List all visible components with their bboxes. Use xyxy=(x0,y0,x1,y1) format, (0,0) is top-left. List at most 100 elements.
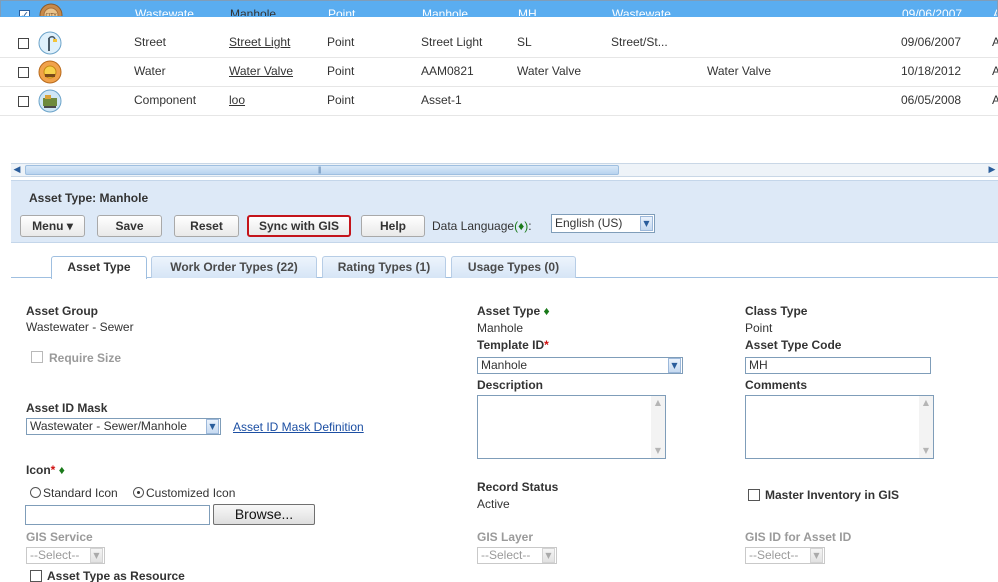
record-status-value: Active xyxy=(477,497,510,511)
tab-rating-types[interactable]: Rating Types (1) xyxy=(322,256,446,278)
reset-button[interactable]: Reset xyxy=(174,215,239,237)
template-id-value: Manhole xyxy=(481,358,528,372)
svg-text:CITY: CITY xyxy=(45,13,57,17)
asset-id-mask-definition-link[interactable]: Asset ID Mask Definition xyxy=(233,420,364,434)
comments-textarea[interactable]: ▲ ▼ xyxy=(745,395,934,459)
menu-button[interactable]: Menu ▾ xyxy=(20,215,85,237)
cell-template: AAM0821 xyxy=(421,64,474,78)
scroll-down-icon[interactable]: ▼ xyxy=(652,445,664,457)
gis-service-label: GIS Service xyxy=(26,530,93,544)
chevron-down-icon[interactable]: ▼ xyxy=(90,548,103,563)
master-inventory-label: Master Inventory in GIS xyxy=(765,488,900,502)
asset-type-code-input[interactable]: MH xyxy=(745,357,931,374)
master-inventory-checkbox[interactable] xyxy=(748,489,760,501)
cell-template: Manhole xyxy=(422,7,469,17)
customized-icon-radio[interactable] xyxy=(133,487,144,498)
comments-label: Comments xyxy=(745,378,808,392)
cell-tail: A xyxy=(992,93,998,107)
chevron-down-icon[interactable]: ▼ xyxy=(542,548,555,563)
cell-asset-type-link[interactable]: Manhole xyxy=(230,7,276,16)
cell-asset-type-link[interactable]: loo xyxy=(229,93,245,107)
required-marker: * xyxy=(50,463,56,477)
tab-bar: Asset Type Work Order Types (22) Rating … xyxy=(11,256,998,279)
cell-template: Street Light xyxy=(421,35,483,49)
scroll-right-icon[interactable]: ▶ xyxy=(986,164,998,176)
cell-geometry: Point xyxy=(327,35,355,49)
asset-types-grid: CITY Wastewate... Manhole Point Manhole … xyxy=(0,0,998,138)
gis-id-label: GIS ID for Asset ID xyxy=(745,530,852,544)
standard-icon-label: Standard Icon xyxy=(43,486,118,500)
asset-group-value: Wastewater - Sewer xyxy=(26,320,134,334)
gis-layer-value: --Select-- xyxy=(481,548,531,562)
horizontal-scrollbar[interactable]: ◀ ||| ▶ xyxy=(11,163,998,177)
table-row[interactable]: Street Street Light Point Street Light S… xyxy=(0,29,998,58)
save-button[interactable]: Save xyxy=(97,215,162,237)
cell-group: Water xyxy=(134,64,166,78)
table-row[interactable]: Component loo Point Asset-1 06/05/2008 A xyxy=(0,87,998,116)
icon-label-text: Icon xyxy=(26,463,51,477)
browse-button[interactable]: Browse... xyxy=(213,504,315,525)
cell-asset-type-link[interactable]: Street Light xyxy=(229,35,290,49)
textarea-scrollbar[interactable]: ▲ ▼ xyxy=(919,396,933,458)
cell-code: SL xyxy=(517,35,532,49)
tab-work-order-types[interactable]: Work Order Types (22) xyxy=(151,256,317,278)
cell-template: Asset-1 xyxy=(421,93,462,107)
required-marker: * xyxy=(544,338,549,352)
asset-id-mask-label: Asset ID Mask xyxy=(26,401,108,415)
standard-icon-radio[interactable] xyxy=(30,487,41,498)
data-language-text: Data Language xyxy=(432,219,515,233)
row-checkbox[interactable] xyxy=(19,8,30,16)
icon-label: Icon* ♦ xyxy=(26,463,65,477)
table-row[interactable]: CITY Wastewate... Manhole Point Manhole … xyxy=(0,0,998,17)
tab-asset-type[interactable]: Asset Type xyxy=(51,256,147,279)
icon-file-input[interactable] xyxy=(25,505,210,525)
record-status-label: Record Status xyxy=(477,480,559,494)
data-language-select[interactable]: English (US) ▼ xyxy=(551,214,655,233)
scroll-down-icon[interactable]: ▼ xyxy=(920,445,932,457)
asset-type-resource-checkbox[interactable] xyxy=(30,570,42,582)
cell-extra: Street/St... xyxy=(611,35,668,49)
asset-type-code-label: Asset Type Code xyxy=(745,338,842,352)
template-id-select[interactable]: Manhole ▼ xyxy=(477,357,683,374)
data-language-colon: : xyxy=(528,219,532,233)
require-size-checkbox[interactable] xyxy=(31,351,43,363)
cell-date: 09/06/2007 xyxy=(902,7,963,17)
cell-asset-type-link[interactable]: Water Valve xyxy=(229,64,293,78)
cell-geometry: Point xyxy=(328,7,356,17)
class-type-label: Class Type xyxy=(745,304,808,318)
table-row[interactable]: Water Water Valve Point AAM0821 Water Va… xyxy=(0,58,998,87)
tab-usage-types[interactable]: Usage Types (0) xyxy=(451,256,576,278)
asset-type-value: Manhole xyxy=(477,321,524,335)
city-seal-icon: CITY xyxy=(39,3,63,17)
gis-id-select[interactable]: --Select-- ▼ xyxy=(745,547,825,564)
chevron-down-icon[interactable]: ▼ xyxy=(810,548,823,563)
description-textarea[interactable]: ▲ ▼ xyxy=(477,395,666,459)
textarea-scrollbar[interactable]: ▲ ▼ xyxy=(651,396,665,458)
cell-tail: A xyxy=(992,35,998,49)
gis-service-select[interactable]: --Select-- ▼ xyxy=(26,547,105,564)
cell-date: 10/18/2012 xyxy=(901,64,962,78)
row-checkbox[interactable] xyxy=(18,38,29,49)
cell-group: Component xyxy=(134,93,197,107)
help-button[interactable]: Help xyxy=(361,215,425,237)
chevron-down-icon[interactable]: ▼ xyxy=(206,419,219,434)
chevron-down-icon[interactable]: ▼ xyxy=(640,216,653,231)
cell-tail: A xyxy=(992,64,998,78)
cell-date: 06/05/2008 xyxy=(901,93,962,107)
cell-tail: A xyxy=(993,7,997,16)
asset-group-label: Asset Group xyxy=(26,304,99,318)
scroll-left-icon[interactable]: ◀ xyxy=(11,164,23,176)
asset-id-mask-select[interactable]: Wastewater - Sewer/Manhole ▼ xyxy=(26,418,221,435)
scrollbar-thumb[interactable]: ||| xyxy=(25,165,619,175)
scroll-up-icon[interactable]: ▲ xyxy=(920,397,932,409)
row-checkbox[interactable] xyxy=(18,67,29,78)
require-size-label: Require Size xyxy=(49,351,122,365)
chevron-down-icon[interactable]: ▼ xyxy=(668,358,681,373)
asset-id-mask-value: Wastewater - Sewer/Manhole xyxy=(30,419,187,433)
water-valve-icon xyxy=(38,60,62,84)
gis-layer-select[interactable]: --Select-- ▼ xyxy=(477,547,557,564)
customized-icon-label: Customized Icon xyxy=(146,486,236,500)
row-checkbox[interactable] xyxy=(18,96,29,107)
sync-with-gis-button[interactable]: Sync with GIS xyxy=(247,215,351,237)
scroll-up-icon[interactable]: ▲ xyxy=(652,397,664,409)
